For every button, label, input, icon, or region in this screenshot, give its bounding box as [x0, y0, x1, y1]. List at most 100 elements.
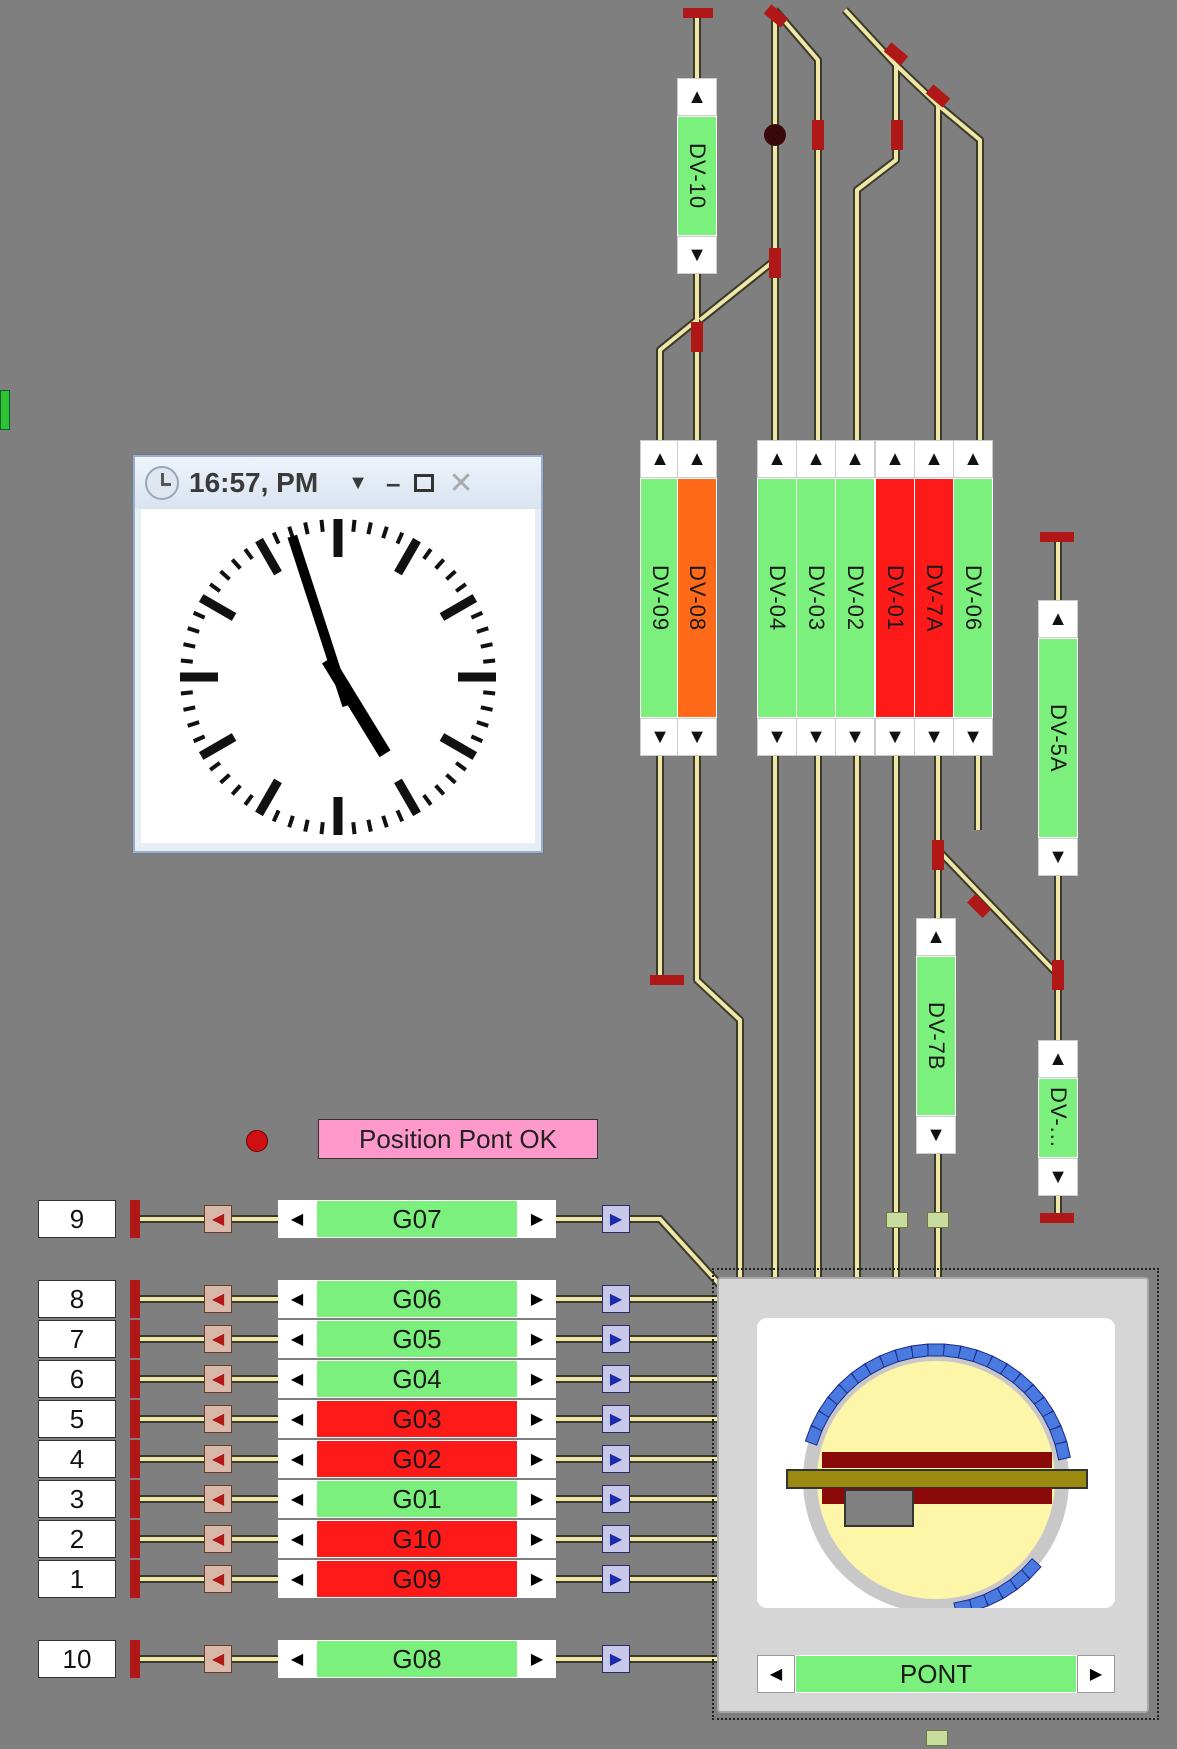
signal-icon[interactable]: ▼	[757, 718, 797, 756]
block-dv-08[interactable]: DV-08	[677, 478, 717, 718]
track-number[interactable]: 10	[38, 1640, 116, 1678]
track-number[interactable]: 1	[38, 1560, 116, 1598]
signal-icon[interactable]: ▲	[640, 440, 680, 478]
block-g10[interactable]: G10	[316, 1520, 518, 1558]
signal-icon[interactable]: ▼	[677, 718, 717, 756]
arrow-left-icon[interactable]: ◀	[204, 1485, 232, 1513]
track-number[interactable]: 3	[38, 1480, 116, 1518]
track-connector[interactable]	[927, 1212, 949, 1228]
signal-icon[interactable]: ▲	[1038, 600, 1078, 638]
signal-icon[interactable]: ▶	[1077, 1655, 1115, 1693]
track-number[interactable]: 5	[38, 1400, 116, 1438]
arrow-left-icon[interactable]: ◀	[204, 1405, 232, 1433]
signal-icon[interactable]: ▶	[518, 1480, 556, 1518]
block-dv-7b[interactable]: DV-7B	[916, 956, 956, 1116]
block-g06[interactable]: G06	[316, 1280, 518, 1318]
signal-icon[interactable]: ◀	[278, 1360, 316, 1398]
block-dv-06[interactable]: DV-06	[953, 478, 993, 718]
arrow-right-icon[interactable]: ▶	[602, 1285, 630, 1313]
signal-icon[interactable]: ◀	[278, 1200, 316, 1238]
block-dv-02[interactable]: DV-02	[835, 478, 875, 718]
signal-icon[interactable]: ▲	[835, 440, 875, 478]
block-dv-7a[interactable]: DV-7A	[914, 478, 954, 718]
block-g02[interactable]: G02	[316, 1440, 518, 1478]
signal-icon[interactable]: ◀	[278, 1520, 316, 1558]
arrow-left-icon[interactable]: ◀	[204, 1365, 232, 1393]
signal-icon[interactable]: ◀	[757, 1655, 795, 1693]
block-dv-01[interactable]: DV-01	[875, 478, 915, 718]
signal-icon[interactable]: ▲	[914, 440, 954, 478]
arrow-right-icon[interactable]: ▶	[602, 1445, 630, 1473]
signal-icon[interactable]: ▲	[796, 440, 836, 478]
arrow-left-icon[interactable]: ◀	[204, 1205, 232, 1233]
arrow-right-icon[interactable]: ▶	[602, 1565, 630, 1593]
signal-icon[interactable]: ▶	[518, 1200, 556, 1238]
signal-icon[interactable]: ▼	[1038, 838, 1078, 876]
signal-icon[interactable]: ◀	[278, 1440, 316, 1478]
signal-icon[interactable]: ▶	[518, 1520, 556, 1558]
arrow-right-icon[interactable]: ▶	[602, 1325, 630, 1353]
chevron-down-icon[interactable]: ▼	[348, 472, 368, 495]
signal-icon[interactable]: ▼	[1038, 1158, 1078, 1196]
signal-icon[interactable]: ◀	[278, 1560, 316, 1598]
block-g07[interactable]: G07	[316, 1200, 518, 1238]
track-number[interactable]: 4	[38, 1440, 116, 1478]
signal-icon[interactable]: ▼	[953, 718, 993, 756]
signal-icon[interactable]: ▲	[757, 440, 797, 478]
track-connector[interactable]	[886, 1212, 908, 1228]
arrow-right-icon[interactable]: ▶	[602, 1525, 630, 1553]
signal-icon[interactable]: ◀	[278, 1320, 316, 1358]
track-number[interactable]: 7	[38, 1320, 116, 1358]
arrow-right-icon[interactable]: ▶	[602, 1205, 630, 1233]
arrow-left-icon[interactable]: ◀	[204, 1565, 232, 1593]
clock-window[interactable]: 16:57, PM ▼ – ✕	[133, 455, 543, 853]
block-g05[interactable]: G05	[316, 1320, 518, 1358]
track-number[interactable]: 6	[38, 1360, 116, 1398]
track-number[interactable]: 2	[38, 1520, 116, 1558]
arrow-right-icon[interactable]: ▶	[602, 1485, 630, 1513]
block-dv-09[interactable]: DV-09	[640, 478, 680, 718]
block-dv-03[interactable]: DV-03	[796, 478, 836, 718]
signal-icon[interactable]: ▶	[518, 1320, 556, 1358]
arrow-right-icon[interactable]: ▶	[602, 1365, 630, 1393]
arrow-left-icon[interactable]: ◀	[204, 1285, 232, 1313]
signal-icon[interactable]: ▲	[953, 440, 993, 478]
block-dv-04[interactable]: DV-04	[757, 478, 797, 718]
signal-icon[interactable]: ▶	[518, 1280, 556, 1318]
signal-icon[interactable]: ▶	[518, 1640, 556, 1678]
signal-icon[interactable]: ▼	[875, 718, 915, 756]
signal-icon[interactable]: ▼	[640, 718, 680, 756]
signal-icon[interactable]: ▼	[916, 1116, 956, 1154]
block-g09[interactable]: G09	[316, 1560, 518, 1598]
signal-icon[interactable]: ▲	[677, 440, 717, 478]
signal-icon[interactable]: ▼	[677, 236, 717, 274]
arrow-left-icon[interactable]: ◀	[204, 1325, 232, 1353]
signal-icon[interactable]: ▼	[796, 718, 836, 756]
block-dv-5a[interactable]: DV-5A	[1038, 638, 1078, 838]
signal-icon[interactable]: ▶	[518, 1560, 556, 1598]
signal-icon[interactable]: ◀	[278, 1280, 316, 1318]
signal-icon[interactable]: ▲	[916, 918, 956, 956]
block-dv-[interactable]: DV-...	[1038, 1078, 1078, 1158]
arrow-right-icon[interactable]: ▶	[602, 1405, 630, 1433]
arrow-left-icon[interactable]: ◀	[204, 1645, 232, 1673]
signal-icon[interactable]: ▶	[518, 1360, 556, 1398]
signal-icon[interactable]: ▲	[875, 440, 915, 478]
signal-icon[interactable]: ▶	[518, 1440, 556, 1478]
block-g03[interactable]: G03	[316, 1400, 518, 1438]
block-g01[interactable]: G01	[316, 1480, 518, 1518]
clock-titlebar[interactable]: 16:57, PM ▼ – ✕	[135, 457, 541, 509]
track-number[interactable]: 9	[38, 1200, 116, 1238]
block-g08[interactable]: G08	[316, 1640, 518, 1678]
turntable-view[interactable]	[757, 1318, 1115, 1616]
turntable-label-block[interactable]: PONT	[795, 1655, 1077, 1693]
close-icon[interactable]: ✕	[448, 466, 473, 501]
arrow-right-icon[interactable]: ▶	[602, 1645, 630, 1673]
track-number[interactable]: 8	[38, 1280, 116, 1318]
track-connector[interactable]	[926, 1730, 948, 1746]
maximize-icon[interactable]	[414, 474, 435, 492]
minimize-icon[interactable]: –	[386, 468, 400, 499]
turntable-control[interactable]: ◀ PONT ▶	[757, 1655, 1115, 1693]
signal-icon[interactable]: ▼	[835, 718, 875, 756]
arrow-left-icon[interactable]: ◀	[204, 1445, 232, 1473]
